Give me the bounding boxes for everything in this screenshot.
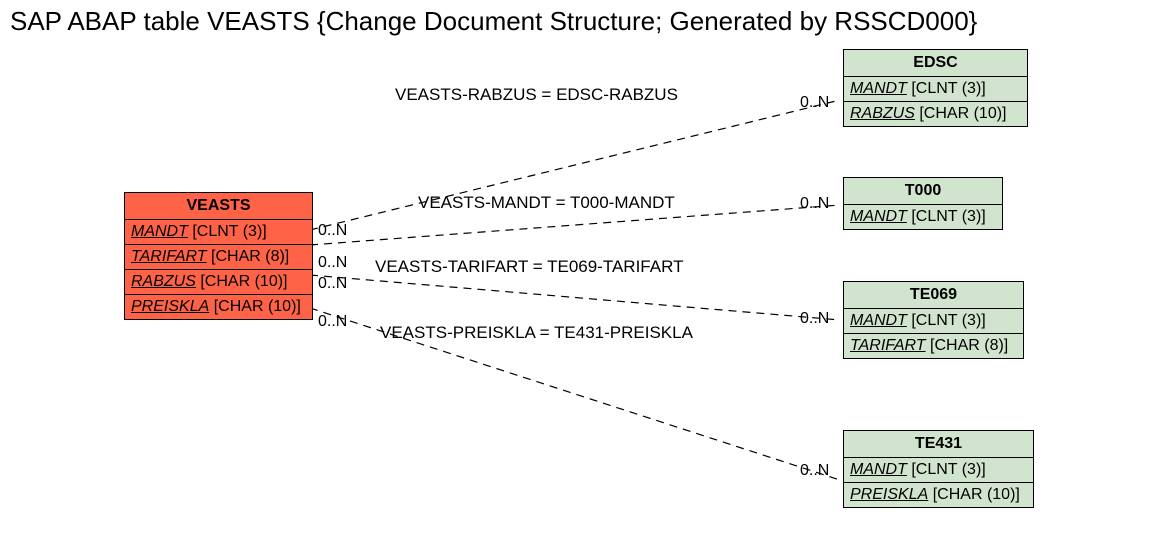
entity-veasts-field: TARIFART [CHAR (8)]	[125, 245, 312, 270]
entity-veasts-field: RABZUS [CHAR (10)]	[125, 270, 312, 295]
entity-edsc: EDSC MANDT [CLNT (3)] RABZUS [CHAR (10)]	[843, 49, 1028, 127]
entity-te431-field: PREISKLA [CHAR (10)]	[844, 483, 1033, 507]
entity-te431-field: MANDT [CLNT (3)]	[844, 458, 1033, 483]
entity-veasts-title: VEASTS	[125, 193, 312, 220]
page-title: SAP ABAP table VEASTS {Change Document S…	[10, 6, 977, 37]
entity-edsc-field: MANDT [CLNT (3)]	[844, 77, 1027, 102]
entity-te069-field: MANDT [CLNT (3)]	[844, 309, 1023, 334]
relation-label-te431: VEASTS-PREISKLA = TE431-PREISKLA	[380, 323, 693, 343]
entity-t000-field: MANDT [CLNT (3)]	[844, 205, 1002, 229]
card-left-l2: 0..N	[318, 254, 347, 272]
entity-te069-title: TE069	[844, 282, 1023, 309]
relation-label-edsc: VEASTS-RABZUS = EDSC-RABZUS	[395, 85, 678, 105]
card-left-l3: 0..N	[318, 275, 347, 293]
card-left-l4: 0..N	[318, 313, 347, 331]
card-right-l2: 0..N	[800, 195, 829, 213]
card-right-l4: 0..N	[800, 462, 829, 480]
entity-te069-field: TARIFART [CHAR (8)]	[844, 334, 1023, 358]
entity-t000: T000 MANDT [CLNT (3)]	[843, 177, 1003, 230]
relation-label-te069: VEASTS-TARIFART = TE069-TARIFART	[375, 257, 683, 277]
entity-te431: TE431 MANDT [CLNT (3)] PREISKLA [CHAR (1…	[843, 430, 1034, 508]
card-right-l3: 0..N	[800, 310, 829, 328]
entity-veasts-field: PREISKLA [CHAR (10)]	[125, 295, 312, 319]
card-left-l1: 0..N	[318, 222, 347, 240]
entity-veasts-field: MANDT [CLNT (3)]	[125, 220, 312, 245]
entity-veasts: VEASTS MANDT [CLNT (3)] TARIFART [CHAR (…	[124, 192, 313, 320]
entity-edsc-field: RABZUS [CHAR (10)]	[844, 102, 1027, 126]
relation-label-t000: VEASTS-MANDT = T000-MANDT	[418, 193, 675, 213]
entity-te069: TE069 MANDT [CLNT (3)] TARIFART [CHAR (8…	[843, 281, 1024, 359]
entity-edsc-title: EDSC	[844, 50, 1027, 77]
entity-te431-title: TE431	[844, 431, 1033, 458]
card-right-l1: 0..N	[800, 94, 829, 112]
entity-t000-title: T000	[844, 178, 1002, 205]
